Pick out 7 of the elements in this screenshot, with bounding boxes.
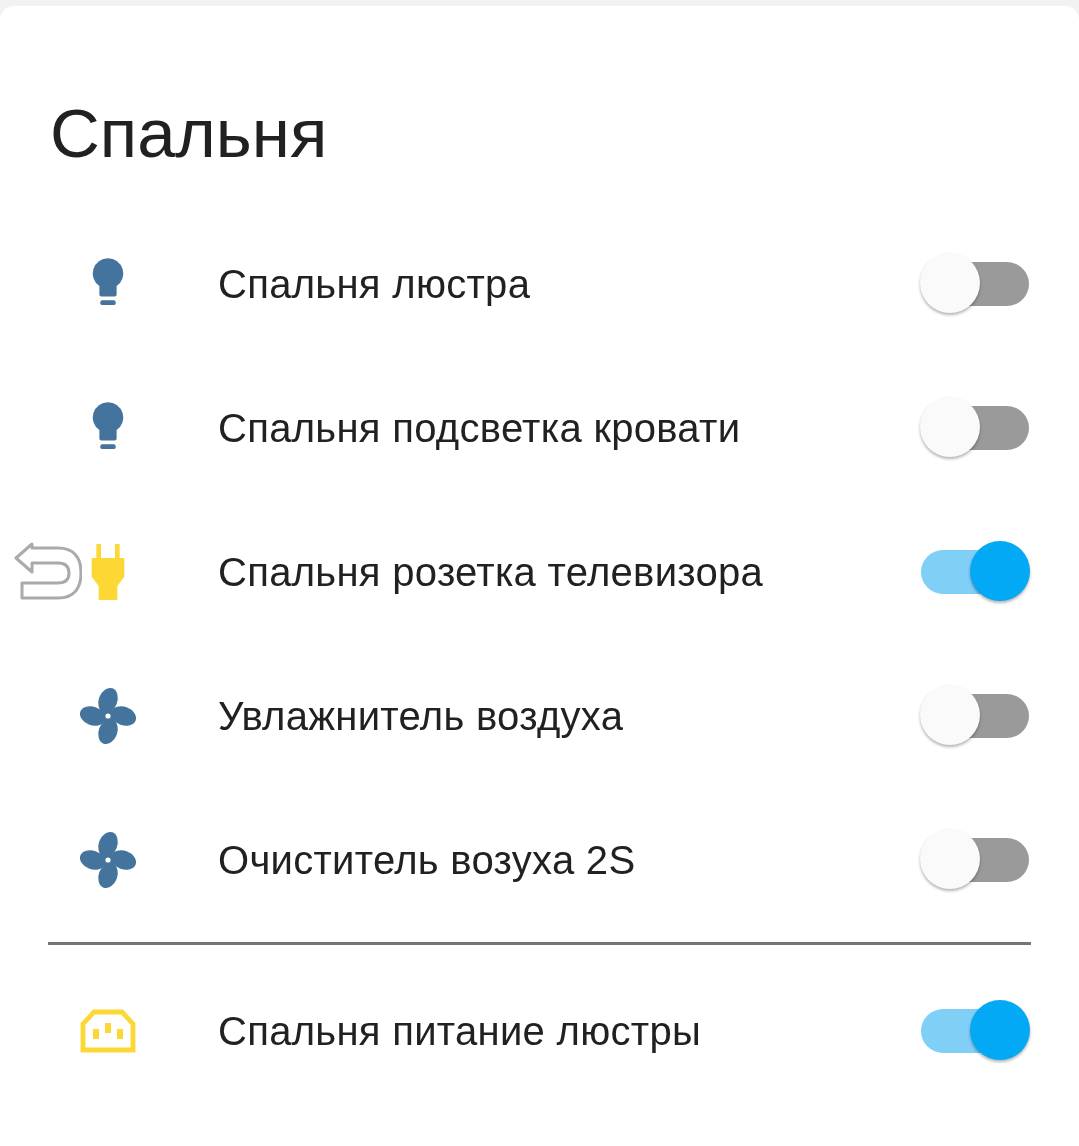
entity-name: Увлажнитель воздуха [218,693,625,739]
entity-name: Спальня питание люстры [218,1008,702,1054]
card-title: Спальня [49,94,329,174]
entity-name: Спальня люстра [218,261,532,307]
entity-name: Очиститель возуха 2S [218,837,637,883]
entity-name: Спальня подсветка кровати [218,405,742,451]
entity-name: Спальня розетка телевизора [218,549,765,595]
